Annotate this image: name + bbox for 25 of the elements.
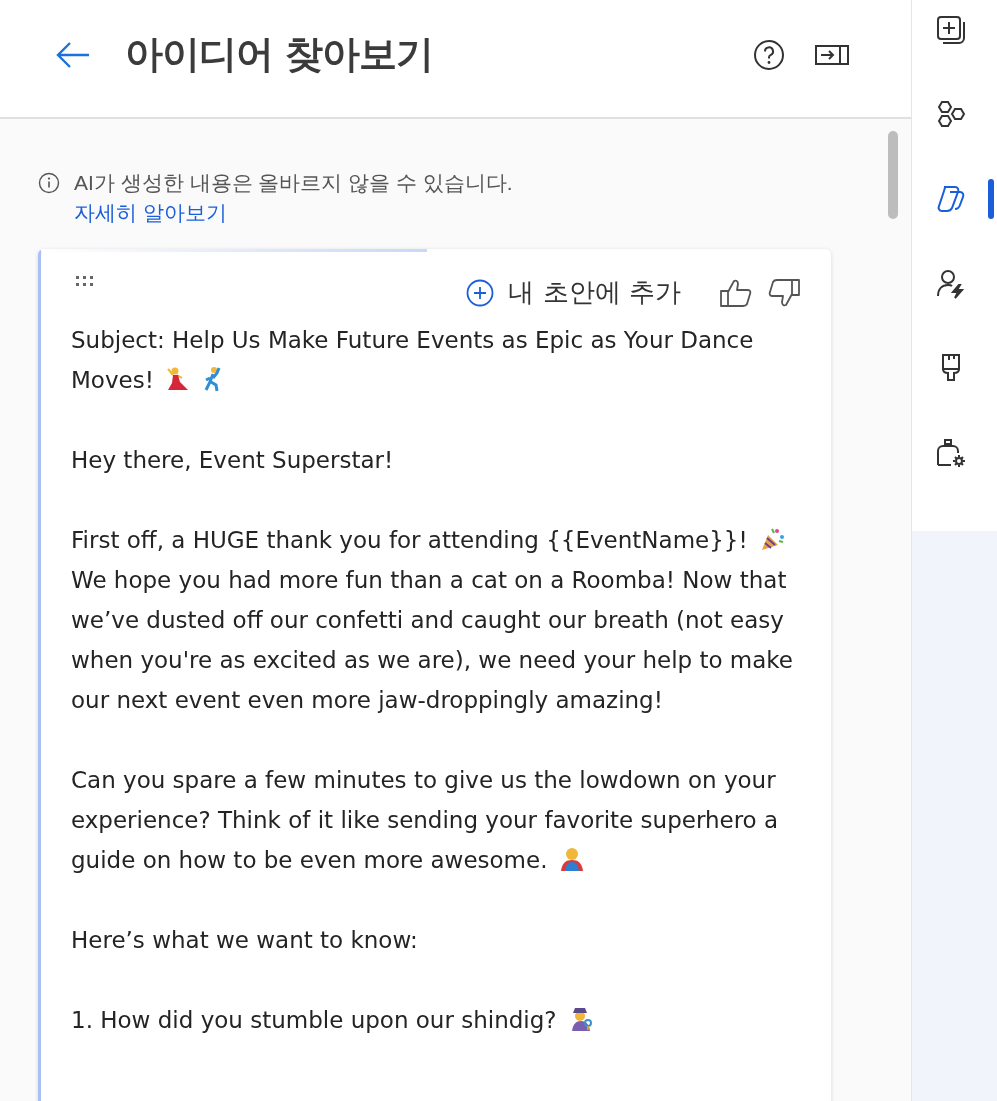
email-paragraph: 1. How did you stumble upon our shindig? xyxy=(71,1000,809,1040)
mailbox-gear-icon[interactable] xyxy=(934,436,967,469)
add-page-icon[interactable] xyxy=(934,14,967,46)
disclaimer-text: AI가 생성한 내용은 올바르지 않을 수 있습니다. xyxy=(74,170,513,196)
back-arrow-icon[interactable] xyxy=(55,40,91,69)
superhero-icon xyxy=(558,846,585,872)
add-to-draft-button[interactable]: 내 초안에 추가 xyxy=(462,271,685,314)
email-paragraph: Hey there, Event Superstar! xyxy=(71,446,395,475)
learn-more-link[interactable]: 자세히 알아보기 xyxy=(74,199,513,227)
email-paragraph: First off, a HUGE thank you for attending {{EventName}}! We hope you had more fun than a cat on a Roomba! Now that we’ve dusted off our confetti and caught our breath (not easy when you're as excited as we are), we need your help to make our next event even more jaw-droppingly amazing! xyxy=(71,525,794,715)
dock-panel-icon[interactable] xyxy=(815,43,849,66)
info-icon xyxy=(38,172,60,194)
party-popper-icon xyxy=(759,526,785,552)
help-icon[interactable] xyxy=(753,38,785,71)
add-circle-icon xyxy=(466,278,495,307)
scrollbar-thumb[interactable] xyxy=(888,131,898,219)
thumbs-up-icon[interactable] xyxy=(719,277,753,308)
drag-handle-icon[interactable] xyxy=(75,275,95,287)
panel-title: 아이디어 찾아보기 xyxy=(125,31,435,78)
email-paragraph: Can you spare a few minutes to give us the lowdown on your experience? Think of it like sending your favorite superhero a guide on how to be even more awesome. xyxy=(71,766,780,875)
email-paragraph: Here’s what we want to know: xyxy=(71,926,419,955)
email-paragraph: Subject: Help Us Make Future Events as Epic as Your Dance Moves! xyxy=(71,326,755,395)
thumbs-down-icon[interactable] xyxy=(767,277,801,308)
active-indicator xyxy=(988,179,994,219)
person-bolt-icon[interactable] xyxy=(934,267,967,300)
